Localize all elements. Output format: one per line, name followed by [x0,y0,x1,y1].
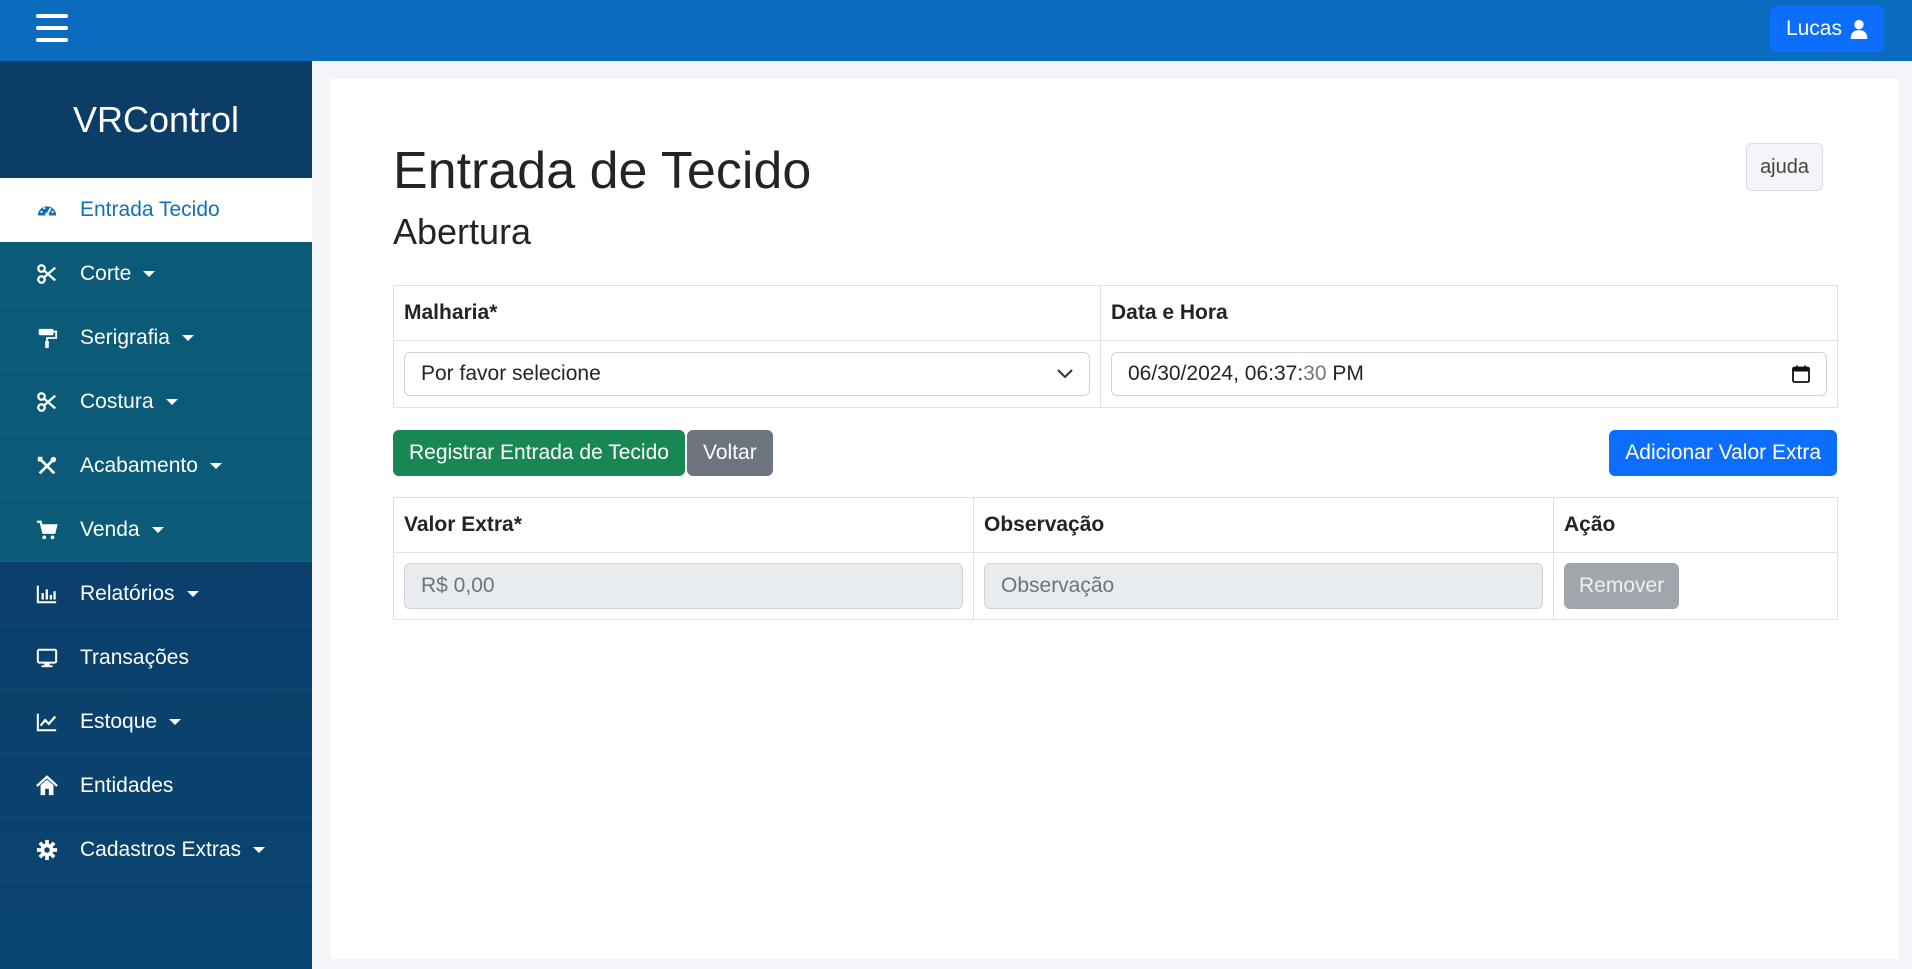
menu-toggle-icon[interactable] [36,14,68,42]
tools-icon [34,453,60,479]
chevron-down-icon [169,718,182,725]
sidebar-item-label: Entidades [80,773,174,797]
sidebar-item-label: Transações [80,645,189,669]
datetime-input[interactable]: 06/30/2024, 06:37:30 PM [1111,352,1827,396]
brand-logo[interactable]: VRControl [0,61,312,178]
sidebar-item-label: Entrada Tecido [80,197,220,221]
main-content: Entrada de Tecido Abertura ajuda Malhari… [330,79,1899,959]
sidebar-item-label: Serigrafia [80,325,170,349]
datetime-header: Data e Hora [1100,285,1838,341]
sidebar-item-costura[interactable]: Costura [0,370,312,434]
sidebar-item-label: Corte [80,261,132,285]
remove-button[interactable]: Remover [1564,563,1680,609]
monitor-icon [34,645,60,671]
sidebar-item-venda[interactable]: Venda [0,498,312,562]
chevron-down-icon [1057,369,1073,379]
sidebar-item-label: Acabamento [80,453,198,477]
register-entry-button[interactable]: Registrar Entrada de Tecido [393,430,685,476]
chevron-down-icon [186,590,199,597]
page-title: Entrada de Tecido [393,142,812,200]
chevron-down-icon [151,526,164,533]
valor-extra-header: Valor Extra* [393,497,974,553]
observacao-input[interactable]: Observação [984,563,1543,609]
observacao-header: Observação [973,497,1554,553]
sidebar-item-label: Costura [80,389,154,413]
sidebar: VRControl Entrada Tecido Corte Serigrafi… [0,61,312,969]
chevron-down-icon [165,398,178,405]
cart-icon [34,517,60,543]
malharia-header: Malharia* [393,285,1101,341]
chevron-down-icon [143,270,156,277]
user-menu-button[interactable]: Lucas [1769,6,1884,52]
sidebar-item-corte[interactable]: Corte [0,242,312,306]
user-name: Lucas [1785,17,1842,40]
chevron-down-icon [181,334,194,341]
back-button[interactable]: Voltar [687,430,773,476]
sidebar-item-serigrafia[interactable]: Serigrafia [0,306,312,370]
page-subtitle: Abertura [393,211,532,252]
sidebar-item-entrada-tecido[interactable]: Entrada Tecido [0,178,312,242]
line-chart-icon [34,709,60,735]
sidebar-item-relatorios[interactable]: Relatórios [0,562,312,626]
malharia-select[interactable]: Por favor selecione [404,352,1090,396]
extra-values-table: Valor Extra* Observação Ação R$ 0,00 Obs… [393,497,1838,620]
scissors-icon [34,261,60,287]
home-icon [34,773,60,799]
gauge-icon [34,197,60,223]
gear-icon [34,837,60,863]
sidebar-item-transacoes[interactable]: Transações [0,626,312,690]
table-row: R$ 0,00 Observação Remover [393,552,1838,620]
paint-roller-icon [34,325,60,351]
sidebar-item-acabamento[interactable]: Acabamento [0,434,312,498]
malharia-selected-value: Por favor selecione [421,362,601,385]
datetime-value: 06/30/2024, 06:37:30 PM [1128,362,1364,385]
sidebar-item-label: Cadastros Extras [80,837,242,861]
user-icon [1850,19,1868,39]
sidebar-item-label: Venda [80,517,140,541]
sidebar-item-label: Relatórios [80,581,175,605]
sidebar-item-cadastros-extras[interactable]: Cadastros Extras [0,818,312,882]
calendar-icon[interactable] [1792,365,1810,383]
add-extra-value-button[interactable]: Adicionar Valor Extra [1609,430,1837,476]
scissors-icon [34,389,60,415]
chevron-down-icon [253,846,266,853]
chevron-down-icon [209,462,222,469]
bar-chart-icon [34,581,60,607]
sidebar-item-estoque[interactable]: Estoque [0,690,312,754]
sidebar-item-label: Estoque [80,709,158,733]
valor-extra-input[interactable]: R$ 0,00 [404,563,963,609]
sidebar-item-entidades[interactable]: Entidades [0,754,312,818]
acao-header: Ação [1553,497,1838,553]
entry-form-table: Malharia* Data e Hora Por favor selecion… [393,285,1838,408]
top-navbar: Lucas [0,0,1912,61]
help-button[interactable]: ajuda [1746,143,1823,191]
